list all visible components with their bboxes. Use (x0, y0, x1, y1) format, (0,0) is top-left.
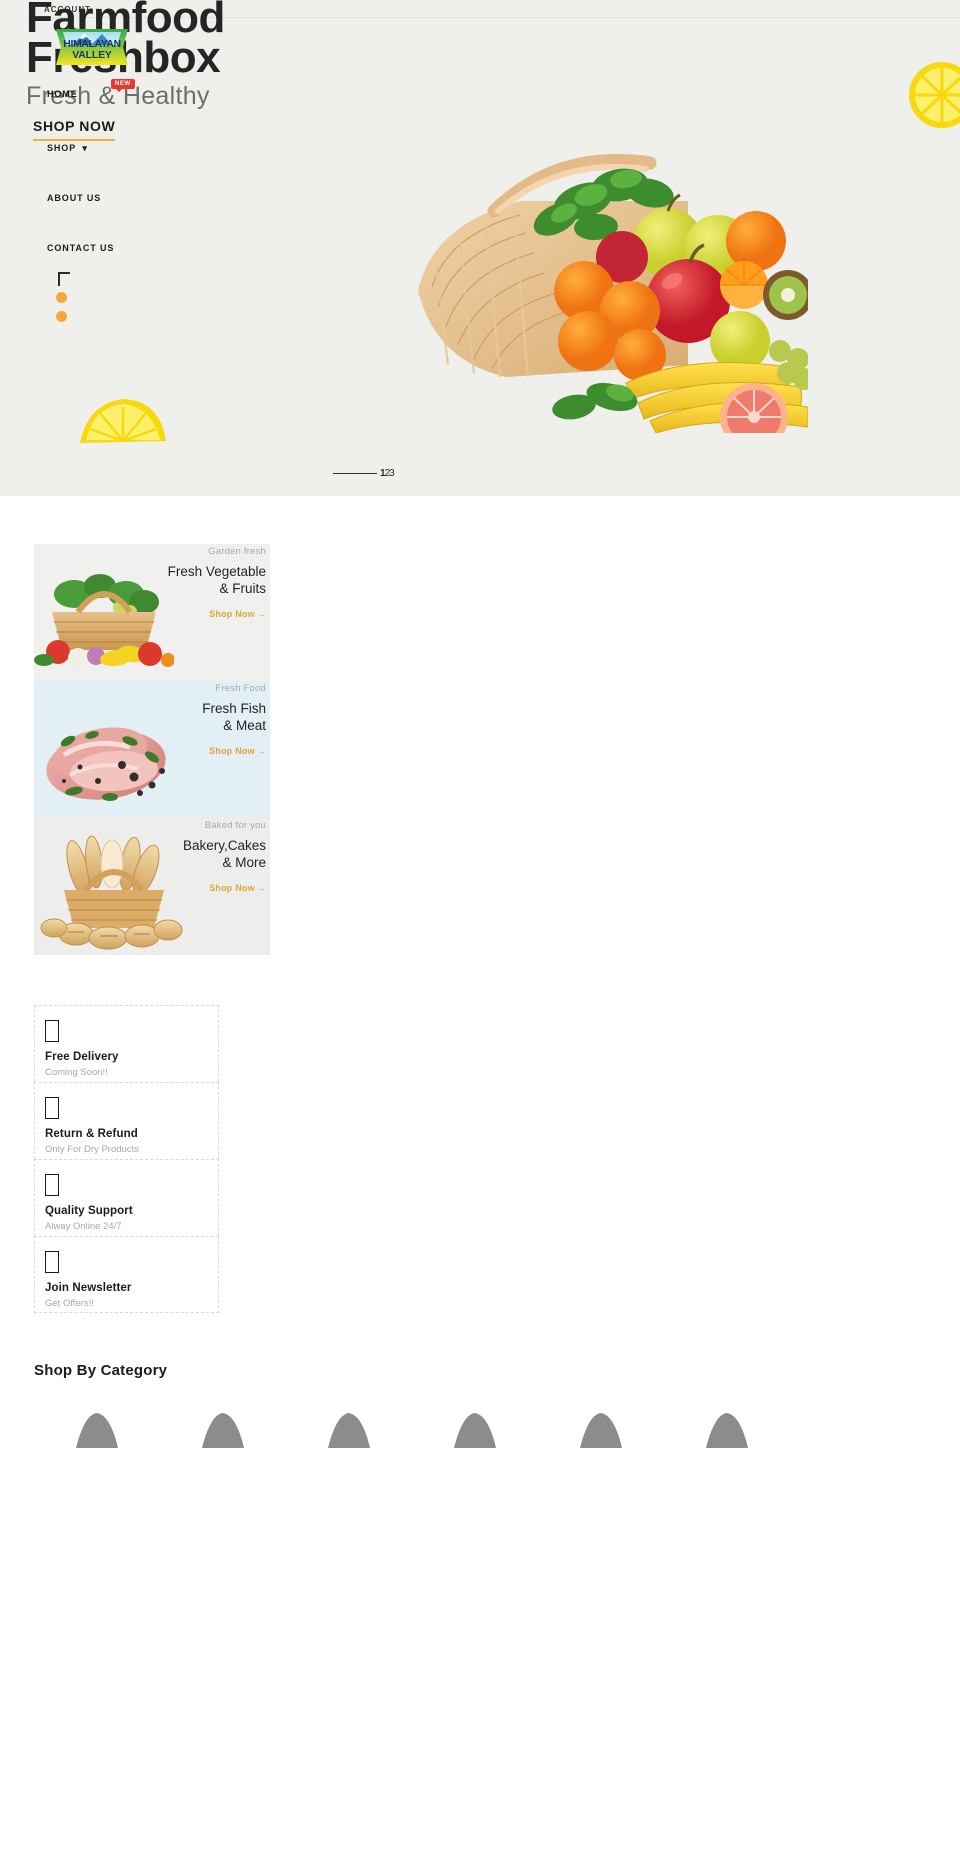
promo-eyebrow: Garden fresh (208, 546, 266, 557)
promo-eyebrow: Fresh Food (215, 683, 266, 694)
category-item[interactable] (34, 1400, 160, 1540)
nav-item-contact-us[interactable]: CONTACT US (47, 243, 114, 253)
himalayan-valley-logo-icon: HIMALAYAN VALLEY (56, 29, 128, 65)
nav-item-shop[interactable]: SHOP ▾ (47, 143, 88, 154)
broken-image-icon (702, 1410, 754, 1455)
promo-text-bakery: Baked for you Bakery,Cakes & More Shop N… (106, 820, 266, 896)
service-features-list: Free Delivery Coming Soon!! Return & Ref… (34, 1005, 219, 1313)
arrow-right-icon: → (256, 609, 266, 619)
promo-card-bakery[interactable]: Baked for you Bakery,Cakes & More Shop N… (34, 818, 270, 955)
svg-text:VALLEY: VALLEY (72, 49, 112, 61)
broken-image-icon (576, 1410, 628, 1455)
nav-label-shop: SHOP (47, 143, 76, 153)
broken-image-icon (324, 1410, 376, 1455)
feature-title: Free Delivery (45, 1051, 119, 1063)
feature-quality-support[interactable]: Quality Support Alway Online 24/7 (34, 1159, 219, 1236)
new-badge: NEW (111, 79, 135, 92)
promo-title: Bakery,Cakes & More (106, 837, 266, 871)
promo-text-fish-meat: Fresh Food Fresh Fish & Meat Shop Now → (106, 683, 266, 759)
feature-free-delivery[interactable]: Free Delivery Coming Soon!! (34, 1005, 219, 1082)
nav-item-home[interactable]: HOME NEW (47, 79, 135, 99)
promo-cta-label: Shop Now (209, 883, 255, 893)
arrow-right-icon: → (256, 746, 266, 756)
hero-slider-pagination[interactable]: 1 2 3 (333, 468, 395, 479)
promo-title-line1: Bakery,Cakes (182, 838, 266, 853)
feature-return-refund[interactable]: Return & Refund Only For Dry Products (34, 1082, 219, 1159)
promo-eyebrow: Baked for you (204, 820, 266, 831)
promo-text-vegetables: Garden fresh Fresh Vegetable & Fruits Sh… (106, 546, 266, 622)
promo-title-line2: & Meat (223, 718, 266, 733)
feature-description: Only For Dry Products (45, 1144, 139, 1155)
feature-title: Quality Support (45, 1205, 133, 1217)
header-divider (28, 17, 960, 18)
delivery-truck-icon (45, 1020, 59, 1042)
slider-page-3[interactable]: 3 (389, 468, 394, 479)
promo-shop-now-link[interactable]: Shop Now → (209, 609, 266, 619)
promo-title-line2: & More (222, 855, 266, 870)
broken-image-icon (450, 1410, 502, 1455)
promo-title-line1: Fresh Vegetable (167, 564, 266, 579)
nav-item-about-us[interactable]: ABOUT US (47, 193, 101, 203)
feature-title: Return & Refund (45, 1128, 138, 1140)
lemon-slice-decoration-left (78, 395, 168, 447)
promo-title: Fresh Fish & Meat (106, 700, 266, 734)
category-promo-list: Garden fresh Fresh Vegetable & Fruits Sh… (34, 544, 270, 955)
chevron-down-icon: ▾ (82, 143, 88, 153)
promo-title: Fresh Vegetable & Fruits (106, 563, 266, 597)
broken-image-icon (198, 1410, 250, 1455)
category-item[interactable] (160, 1400, 286, 1540)
headset-icon (45, 1174, 59, 1196)
orange-dot-decoration-2 (56, 311, 67, 322)
promo-title-line1: Fresh Fish (202, 701, 266, 716)
category-item[interactable] (286, 1400, 412, 1540)
arrow-right-icon: → (256, 883, 266, 893)
brand-logo[interactable]: HIMALAYAN VALLEY (53, 25, 131, 69)
hero-section: ACCOUNT Farmfood Freshbox Fresh & Health… (0, 0, 960, 496)
envelope-icon (45, 1251, 59, 1273)
feature-description: Alway Online 24/7 (45, 1221, 122, 1232)
nav-label-contact: CONTACT US (47, 243, 115, 253)
refund-icon (45, 1097, 59, 1119)
promo-cta-label: Shop Now (209, 609, 255, 619)
promo-shop-now-link[interactable]: Shop Now → (209, 746, 266, 756)
orange-dot-decoration-1 (56, 292, 67, 303)
lemon-slice-decoration-right (908, 60, 960, 130)
promo-cta-label: Shop Now (209, 746, 255, 756)
broken-image-icon (72, 1410, 124, 1455)
hero-fruit-basket-image (388, 115, 815, 451)
feature-title: Join Newsletter (45, 1282, 132, 1294)
shop-by-category-row (34, 1400, 934, 1540)
feature-join-newsletter[interactable]: Join Newsletter Get Offers!! (34, 1236, 219, 1313)
nav-label-home: HOME (47, 89, 78, 99)
pager-line-decoration (333, 473, 377, 474)
category-item[interactable] (412, 1400, 538, 1540)
promo-title-line2: & Fruits (219, 581, 266, 596)
feature-description: Coming Soon!! (45, 1067, 108, 1078)
corner-bracket-decoration (58, 272, 70, 286)
promo-card-vegetables[interactable]: Garden fresh Fresh Vegetable & Fruits Sh… (34, 544, 270, 681)
category-item[interactable] (664, 1400, 790, 1540)
feature-description: Get Offers!! (45, 1298, 94, 1309)
category-item[interactable] (538, 1400, 664, 1540)
account-link[interactable]: ACCOUNT (44, 5, 91, 14)
shop-by-category-heading: Shop By Category (34, 1362, 168, 1379)
shop-now-button[interactable]: SHOP NOW (33, 118, 116, 141)
nav-label-about: ABOUT US (47, 193, 102, 203)
promo-shop-now-link[interactable]: Shop Now → (209, 883, 266, 893)
promo-card-fish-meat[interactable]: Fresh Food Fresh Fish & Meat Shop Now → (34, 681, 270, 818)
